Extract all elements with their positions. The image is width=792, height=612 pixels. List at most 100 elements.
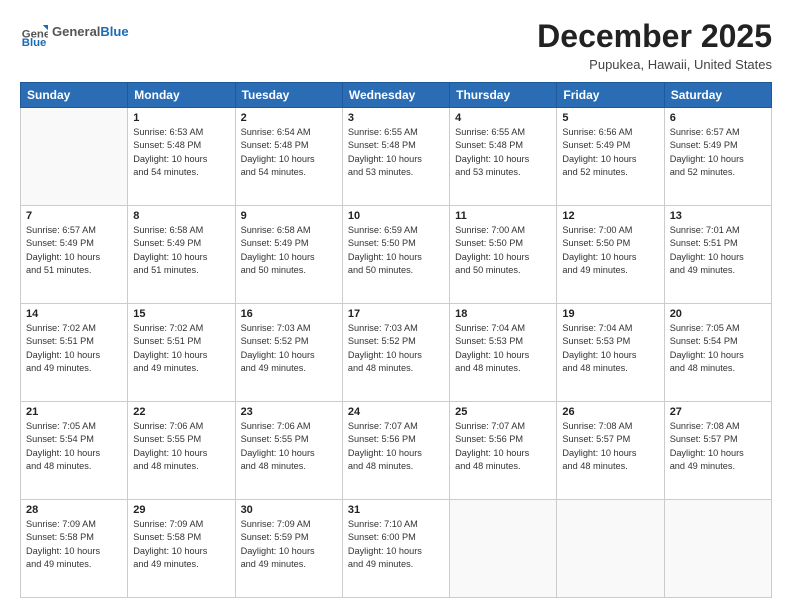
day-number: 3 [348,112,444,124]
day-info: Sunrise: 7:05 AM Sunset: 5:54 PM Dayligh… [670,322,766,375]
day-info: Sunrise: 7:03 AM Sunset: 5:52 PM Dayligh… [241,322,337,375]
day-info: Sunrise: 6:57 AM Sunset: 5:49 PM Dayligh… [26,224,122,277]
calendar-header-saturday: Saturday [664,83,771,108]
day-info: Sunrise: 6:54 AM Sunset: 5:48 PM Dayligh… [241,126,337,179]
calendar-cell: 16 Sunrise: 7:03 AM Sunset: 5:52 PM Dayli… [235,304,342,402]
calendar-cell: 3 Sunrise: 6:55 AM Sunset: 5:48 PM Daylig… [342,108,449,206]
calendar-cell: 25 Sunrise: 7:07 AM Sunset: 5:56 PM Dayli… [450,402,557,500]
calendar-cell: 27Sunrise: 7:08 AM Sunset: 5:57 PM Dayli… [664,402,771,500]
day-info: Sunrise: 6:55 AM Sunset: 5:48 PM Dayligh… [348,126,444,179]
day-info: Sunrise: 7:07 AM Sunset: 5:56 PM Dayligh… [455,420,551,473]
calendar-cell: 2 Sunrise: 6:54 AM Sunset: 5:48 PM Daylig… [235,108,342,206]
day-number: 2 [241,112,337,124]
day-info: Sunrise: 7:06 AM Sunset: 5:55 PM Dayligh… [241,420,337,473]
day-number: 26 [562,406,658,418]
calendar-header-wednesday: Wednesday [342,83,449,108]
day-info: Sunrise: 7:09 AM Sunset: 5:58 PM Dayligh… [26,518,122,571]
day-number: 17 [348,308,444,320]
day-info: Sunrise: 6:59 AM Sunset: 5:50 PM Dayligh… [348,224,444,277]
calendar-cell: 19 Sunrise: 7:04 AM Sunset: 5:53 PM Dayli… [557,304,664,402]
calendar-week-3: 21Sunrise: 7:05 AM Sunset: 5:54 PM Dayli… [21,402,772,500]
calendar-cell: 17 Sunrise: 7:03 AM Sunset: 5:52 PM Dayli… [342,304,449,402]
day-number: 15 [133,308,229,320]
day-info: Sunrise: 6:58 AM Sunset: 5:49 PM Dayligh… [133,224,229,277]
day-info: Sunrise: 7:09 AM Sunset: 5:58 PM Dayligh… [133,518,229,571]
calendar-cell: 11 Sunrise: 7:00 AM Sunset: 5:50 PM Dayli… [450,206,557,304]
day-info: Sunrise: 7:00 AM Sunset: 5:50 PM Dayligh… [562,224,658,277]
title-block: December 2025 Pupukea, Hawaii, United St… [537,18,772,72]
day-info: Sunrise: 7:09 AM Sunset: 5:59 PM Dayligh… [241,518,337,571]
calendar-cell [450,500,557,598]
calendar-cell: 9 Sunrise: 6:58 AM Sunset: 5:49 PM Daylig… [235,206,342,304]
logo: General Blue GeneralBlue [20,18,129,46]
calendar-cell: 1 Sunrise: 6:53 AM Sunset: 5:48 PM Daylig… [128,108,235,206]
day-number: 7 [26,210,122,222]
header: General Blue GeneralBlue December 2025 P… [20,18,772,72]
day-info: Sunrise: 6:57 AM Sunset: 5:49 PM Dayligh… [670,126,766,179]
day-number: 25 [455,406,551,418]
day-number: 29 [133,504,229,516]
day-number: 8 [133,210,229,222]
calendar-cell: 14 Sunrise: 7:02 AM Sunset: 5:51 PM Dayli… [21,304,128,402]
calendar-cell [21,108,128,206]
day-info: Sunrise: 7:07 AM Sunset: 5:56 PM Dayligh… [348,420,444,473]
calendar-header-row: SundayMondayTuesdayWednesdayThursdayFrid… [21,83,772,108]
calendar-cell: 8 Sunrise: 6:58 AM Sunset: 5:49 PM Daylig… [128,206,235,304]
calendar-cell: 18 Sunrise: 7:04 AM Sunset: 5:53 PM Dayli… [450,304,557,402]
logo-blue: Blue [100,24,128,39]
calendar-cell: 26Sunrise: 7:08 AM Sunset: 5:57 PM Dayli… [557,402,664,500]
calendar-cell: 7 Sunrise: 6:57 AM Sunset: 5:49 PM Daylig… [21,206,128,304]
day-info: Sunrise: 7:10 AM Sunset: 6:00 PM Dayligh… [348,518,444,571]
day-number: 5 [562,112,658,124]
calendar-cell: 5 Sunrise: 6:56 AM Sunset: 5:49 PM Daylig… [557,108,664,206]
day-number: 1 [133,112,229,124]
day-info: Sunrise: 6:56 AM Sunset: 5:49 PM Dayligh… [562,126,658,179]
logo-general: General [52,24,100,39]
day-number: 4 [455,112,551,124]
day-number: 28 [26,504,122,516]
day-number: 27 [670,406,766,418]
logo-icon: General Blue [20,18,48,46]
day-info: Sunrise: 7:03 AM Sunset: 5:52 PM Dayligh… [348,322,444,375]
day-info: Sunrise: 6:55 AM Sunset: 5:48 PM Dayligh… [455,126,551,179]
day-info: Sunrise: 7:05 AM Sunset: 5:54 PM Dayligh… [26,420,122,473]
day-number: 24 [348,406,444,418]
calendar-cell: 24 Sunrise: 7:07 AM Sunset: 5:56 PM Dayli… [342,402,449,500]
calendar-week-1: 7 Sunrise: 6:57 AM Sunset: 5:49 PM Daylig… [21,206,772,304]
day-info: Sunrise: 7:02 AM Sunset: 5:51 PM Dayligh… [26,322,122,375]
day-number: 16 [241,308,337,320]
calendar-cell: 31Sunrise: 7:10 AM Sunset: 6:00 PM Dayli… [342,500,449,598]
calendar-cell: 29 Sunrise: 7:09 AM Sunset: 5:58 PM Dayli… [128,500,235,598]
calendar-cell: 30 Sunrise: 7:09 AM Sunset: 5:59 PM Dayli… [235,500,342,598]
calendar-cell: 10 Sunrise: 6:59 AM Sunset: 5:50 PM Dayli… [342,206,449,304]
day-number: 10 [348,210,444,222]
day-info: Sunrise: 7:06 AM Sunset: 5:55 PM Dayligh… [133,420,229,473]
day-number: 30 [241,504,337,516]
day-number: 19 [562,308,658,320]
day-info: Sunrise: 7:02 AM Sunset: 5:51 PM Dayligh… [133,322,229,375]
calendar-week-4: 28 Sunrise: 7:09 AM Sunset: 5:58 PM Dayli… [21,500,772,598]
calendar-cell: 12 Sunrise: 7:00 AM Sunset: 5:50 PM Dayli… [557,206,664,304]
day-number: 13 [670,210,766,222]
day-info: Sunrise: 7:01 AM Sunset: 5:51 PM Dayligh… [670,224,766,277]
day-number: 18 [455,308,551,320]
day-number: 6 [670,112,766,124]
calendar-cell: 20Sunrise: 7:05 AM Sunset: 5:54 PM Dayli… [664,304,771,402]
day-number: 14 [26,308,122,320]
day-info: Sunrise: 6:58 AM Sunset: 5:49 PM Dayligh… [241,224,337,277]
day-number: 9 [241,210,337,222]
day-info: Sunrise: 7:00 AM Sunset: 5:50 PM Dayligh… [455,224,551,277]
calendar-cell: 22Sunrise: 7:06 AM Sunset: 5:55 PM Dayli… [128,402,235,500]
location: Pupukea, Hawaii, United States [537,57,772,72]
calendar-header-friday: Friday [557,83,664,108]
day-number: 12 [562,210,658,222]
calendar-cell [664,500,771,598]
day-info: Sunrise: 6:53 AM Sunset: 5:48 PM Dayligh… [133,126,229,179]
day-info: Sunrise: 7:04 AM Sunset: 5:53 PM Dayligh… [455,322,551,375]
month-title: December 2025 [537,18,772,55]
day-number: 23 [241,406,337,418]
day-number: 11 [455,210,551,222]
calendar-header-tuesday: Tuesday [235,83,342,108]
calendar-cell: 28 Sunrise: 7:09 AM Sunset: 5:58 PM Dayli… [21,500,128,598]
day-info: Sunrise: 7:04 AM Sunset: 5:53 PM Dayligh… [562,322,658,375]
